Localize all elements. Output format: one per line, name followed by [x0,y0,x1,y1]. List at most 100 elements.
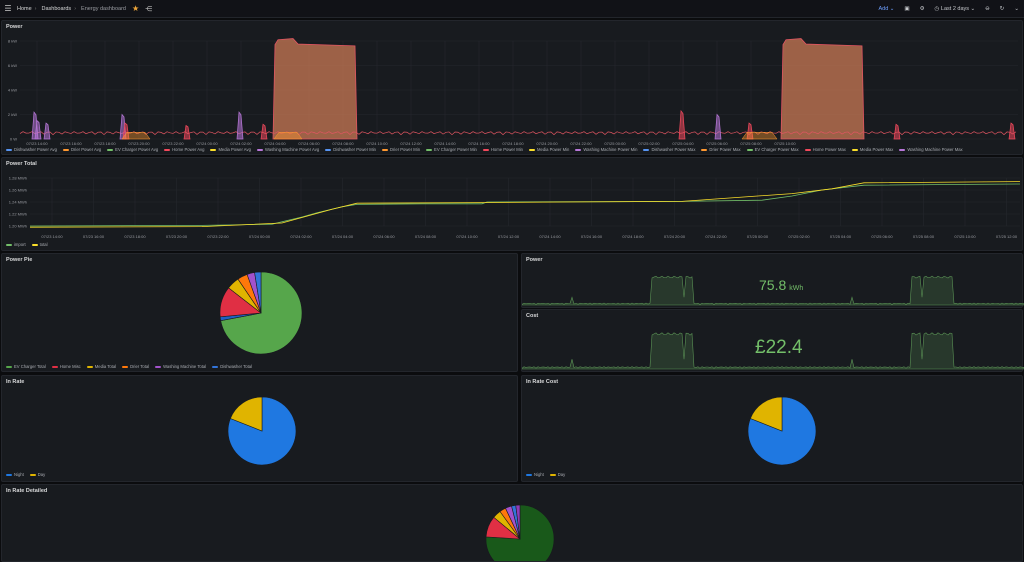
legend-item[interactable]: Dishwasher Power Avg [6,147,57,152]
legend-item[interactable]: Washing Machine Power Min [575,147,637,152]
power-pie-panel[interactable]: Power Pie EV Charger Total Home Misc Media… [1,253,518,372]
power-total-panel[interactable]: Power Total 1.28 MWh 1.26 MWh 1.24 MWh 1.22… [1,157,1023,251]
legend-item[interactable]: EV Charger Power Min [426,147,477,152]
drier-series [273,132,303,140]
in-rate-panel[interactable]: In Rate Night Day [1,375,518,482]
power-total-legend: import total [6,242,48,247]
legend-item[interactable]: import [6,242,26,247]
legend-item[interactable]: Media Total [86,364,117,369]
in-rate-legend: Night Day [6,472,45,477]
legend-swatch [804,148,811,151]
y-tick-label: 8 kW [8,39,17,44]
legend-item[interactable]: EV Charger Power Max [746,147,799,152]
panel-title: Power [526,257,543,263]
legend-label: Media Total [94,364,117,369]
legend-label: EV Charger Power Avg [115,147,159,152]
breadcrumb-dashboards[interactable]: Dashboards [42,6,72,12]
in-rate-cost-panel[interactable]: In Rate Cost Night Day [521,375,1023,482]
legend-item[interactable]: Washing Machine Power Avg [256,147,319,152]
gear-icon[interactable]: ⚙ [915,0,930,18]
y-tick-label: 1.26 MWh [9,188,27,193]
legend-label: Drier Power Avg [70,147,102,152]
save-icon[interactable]: ▣ [899,0,914,18]
add-button[interactable]: Add ⌄ [873,0,899,18]
zoom-out-icon[interactable]: ⊖ [980,0,995,18]
legend-label: Home Power Avg [172,147,205,152]
legend-label: Drier Power Max [709,147,741,152]
menu-icon[interactable]: ☰ [1,4,15,13]
legend-item[interactable]: EV Charger Power Avg [107,147,158,152]
panel-title: Power Pie [6,257,33,263]
power-total-chart[interactable]: 1.28 MWh 1.26 MWh 1.24 MWh 1.22 MWh 1.20 MWh… [2,168,1024,248]
in-rate-cost-pie-chart[interactable] [522,388,1024,478]
star-icon[interactable]: ★ [132,4,139,13]
legend-item[interactable]: Dishwasher Power Max [643,147,695,152]
x-tick-label: 07/24 22:00 [570,141,592,146]
power-pie-chart[interactable] [2,266,519,370]
legend-item[interactable]: Washing Machine Power Max [899,147,963,152]
y-tick-label: 1.24 MWh [9,200,27,205]
legend-swatch [86,365,93,368]
in-rate-pie-chart[interactable] [2,388,519,478]
in-rate-detailed-panel[interactable]: In Rate Detailed [1,484,1023,562]
refresh-interval-dropdown[interactable]: ⌄ [1009,0,1024,18]
cost-stat-panel[interactable]: Cost £22.4 [521,309,1024,372]
legend-item[interactable]: Day [549,472,565,477]
power-panel[interactable]: Power 8 kW 6 kW 4 kW 2 kW 0 W 07/23 14:00 07/2… [1,20,1023,155]
legend-swatch [746,148,753,151]
x-tick-label: 07/23 20:00 [128,141,150,146]
x-tick-label: 07/25 10:00 [774,141,796,146]
legend-item[interactable]: Drier Power Min [382,147,420,152]
drier-series [121,132,151,140]
x-tick-label: 07/23 22:00 [207,234,229,239]
legend-label: Home Power Min [490,147,523,152]
y-tick-label: 6 kW [8,63,17,68]
legend-item[interactable]: Dishwasher Total [212,364,252,369]
legend-item[interactable]: Home Power Max [804,147,846,152]
legend-label: Washing Machine Power Min [583,147,638,152]
power-spike [183,124,191,140]
x-tick-label: 07/24 20:00 [536,141,558,146]
legend-item[interactable]: Night [6,472,24,477]
x-tick-label: 07/24 18:00 [622,234,644,239]
legend-item[interactable]: Day [29,472,46,477]
in-rate-detailed-pie-chart[interactable] [2,497,1023,562]
legend-item[interactable]: EV Charger Total [6,364,46,369]
legend-item[interactable]: Drier Total [122,364,149,369]
power-spike [714,113,722,140]
power-timeseries-chart[interactable]: 8 kW 6 kW 4 kW 2 kW 0 W 07/23 14:00 07/23 16:0… [2,33,1024,153]
legend-item[interactable]: Night [526,472,544,477]
panel-title: Cost [526,313,539,319]
time-range-picker[interactable]: ◷ Last 2 days ⌄ [930,0,981,18]
legend-item[interactable]: total [31,242,48,247]
y-tick-label: 4 kW [8,88,17,93]
y-tick-label: 2 kW [8,112,17,117]
legend-label: total [39,242,48,247]
x-tick-label: 07/24 14:00 [539,234,561,239]
legend-item[interactable]: Home Misc [51,364,81,369]
legend-label: Day [37,472,46,477]
legend-item[interactable]: Dishwasher Power Min [325,147,376,152]
y-tick-label: 1.28 MWh [9,176,27,181]
share-icon[interactable]: ⋲ [145,5,152,13]
legend-swatch [6,473,12,476]
x-tick-label: 07/24 04:00 [264,141,286,146]
legend-swatch [899,148,906,151]
y-tick-label: 1.20 MWh [9,224,27,229]
x-tick-label: 07/25 02:00 [638,141,660,146]
x-tick-label: 07/24 08:00 [415,234,437,239]
breadcrumb-separator: › [34,5,37,12]
legend-item[interactable]: Media Power Max [851,147,893,152]
legend-item[interactable]: Drier Power Avg [62,147,102,152]
breadcrumb-home[interactable]: Home [17,6,32,12]
power-stat-panel[interactable]: Power 75.8 kWh [521,253,1024,308]
legend-item[interactable]: Drier Power Max [701,147,741,152]
refresh-icon[interactable]: ↻ [995,0,1010,18]
legend-item[interactable]: Washing Machine Total [155,364,206,369]
legend-item[interactable]: Home Power Avg [164,147,204,152]
legend-item[interactable]: Home Power Min [482,147,523,152]
legend-item[interactable]: Media Power Min [529,147,569,152]
y-tick-label: 1.22 MWh [9,212,27,217]
legend-item[interactable]: Media Power Avg [210,147,251,152]
legend-swatch [155,365,162,368]
